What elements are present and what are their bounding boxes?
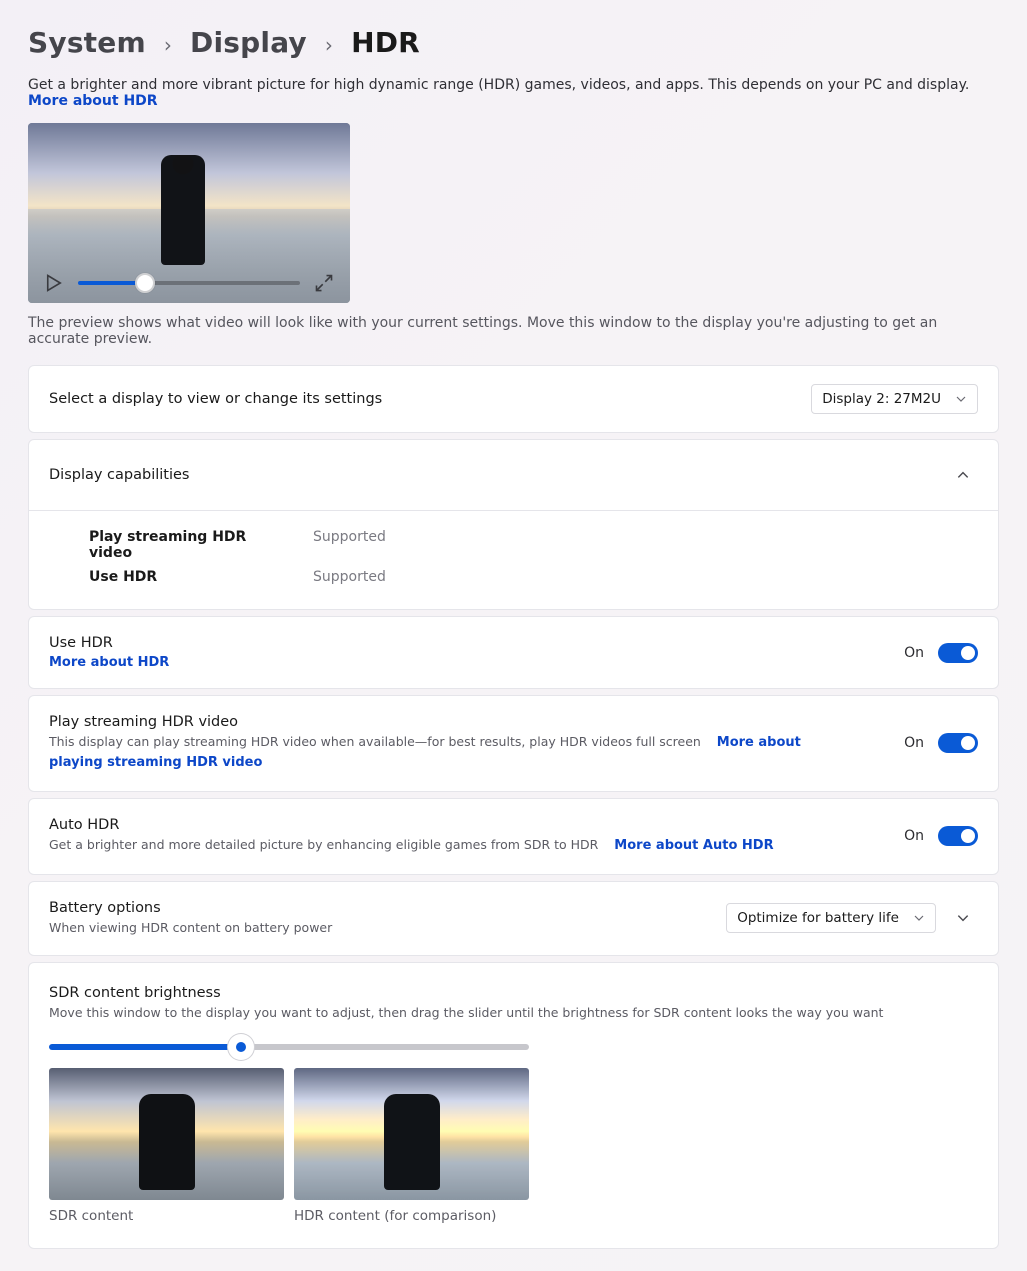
sdr-preview-image: [49, 1068, 284, 1200]
video-progress-thumb[interactable]: [135, 273, 155, 293]
sdr-brightness-thumb[interactable]: [231, 1037, 251, 1057]
chevron-right-icon: ›: [164, 33, 172, 57]
sdr-preview-label: SDR content: [49, 1208, 284, 1224]
use-hdr-card: Use HDR More about HDR On: [28, 616, 999, 689]
autohdr-title: Auto HDR: [49, 817, 888, 833]
video-progress-slider[interactable]: [78, 281, 300, 285]
use-hdr-title: Use HDR: [49, 635, 888, 651]
hdr-preview-video[interactable]: [28, 123, 350, 303]
breadcrumb: System › Display › HDR: [28, 26, 999, 59]
hdr-preview-label: HDR content (for comparison): [294, 1208, 529, 1224]
capability-row: Play streaming HDR video Supported: [89, 525, 978, 565]
battery-sub: When viewing HDR content on battery powe…: [49, 919, 710, 937]
capability-row: Use HDR Supported: [89, 565, 978, 589]
chevron-right-icon: ›: [325, 33, 333, 57]
intro-text: Get a brighter and more vibrant picture …: [28, 77, 969, 93]
sdr-title: SDR content brightness: [49, 985, 978, 1001]
autohdr-state: On: [904, 828, 924, 844]
breadcrumb-system[interactable]: System: [28, 26, 146, 59]
battery-options-value: Optimize for battery life: [737, 910, 899, 926]
chevron-down-icon: [913, 912, 925, 924]
more-about-hdr-link[interactable]: More about HDR: [28, 93, 158, 109]
auto-hdr-toggle[interactable]: [938, 826, 978, 846]
battery-options-dropdown[interactable]: Optimize for battery life: [726, 903, 936, 933]
fullscreen-icon[interactable]: [314, 273, 334, 293]
autohdr-sub: Get a brighter and more detailed picture…: [49, 837, 598, 852]
breadcrumb-hdr: HDR: [351, 26, 420, 59]
expand-button[interactable]: [948, 903, 978, 933]
capability-key: Play streaming HDR video: [89, 529, 289, 561]
use-hdr-more-link[interactable]: More about HDR: [49, 655, 169, 670]
select-display-dropdown[interactable]: Display 2: 27M2U: [811, 384, 978, 414]
play-icon[interactable]: [44, 273, 64, 293]
use-hdr-toggle[interactable]: [938, 643, 978, 663]
chevron-down-icon: [955, 393, 967, 405]
breadcrumb-display[interactable]: Display: [190, 26, 307, 59]
select-display-card: Select a display to view or change its s…: [28, 365, 999, 433]
streaming-hdr-card: Play streaming HDR video This display ca…: [28, 695, 999, 792]
use-hdr-state: On: [904, 645, 924, 661]
sdr-sub: Move this window to the display you want…: [49, 1004, 978, 1022]
autohdr-more-link[interactable]: More about Auto HDR: [614, 838, 773, 853]
streaming-toggle[interactable]: [938, 733, 978, 753]
capabilities-body: Play streaming HDR video Supported Use H…: [29, 510, 998, 609]
display-capabilities-heading: Display capabilities: [49, 467, 189, 483]
battery-options-card: Battery options When viewing HDR content…: [28, 881, 999, 956]
display-capabilities-card: Display capabilities Play streaming HDR …: [28, 439, 999, 610]
auto-hdr-card: Auto HDR Get a brighter and more detaile…: [28, 798, 999, 875]
streaming-state: On: [904, 735, 924, 751]
capability-key: Use HDR: [89, 569, 289, 585]
capability-value: Supported: [313, 569, 386, 585]
streaming-sub: This display can play streaming HDR vide…: [49, 734, 701, 749]
preview-note: The preview shows what video will look l…: [28, 315, 999, 347]
streaming-title: Play streaming HDR video: [49, 714, 809, 730]
capability-value: Supported: [313, 529, 386, 561]
hdr-preview-image: [294, 1068, 529, 1200]
sdr-brightness-slider[interactable]: [49, 1044, 529, 1050]
select-display-value: Display 2: 27M2U: [822, 391, 941, 407]
select-display-label: Select a display to view or change its s…: [49, 391, 795, 407]
video-controls: [28, 263, 350, 303]
collapse-button[interactable]: [948, 460, 978, 490]
page-description: Get a brighter and more vibrant picture …: [28, 77, 999, 109]
battery-title: Battery options: [49, 900, 710, 916]
sdr-brightness-card: SDR content brightness Move this window …: [28, 962, 999, 1249]
